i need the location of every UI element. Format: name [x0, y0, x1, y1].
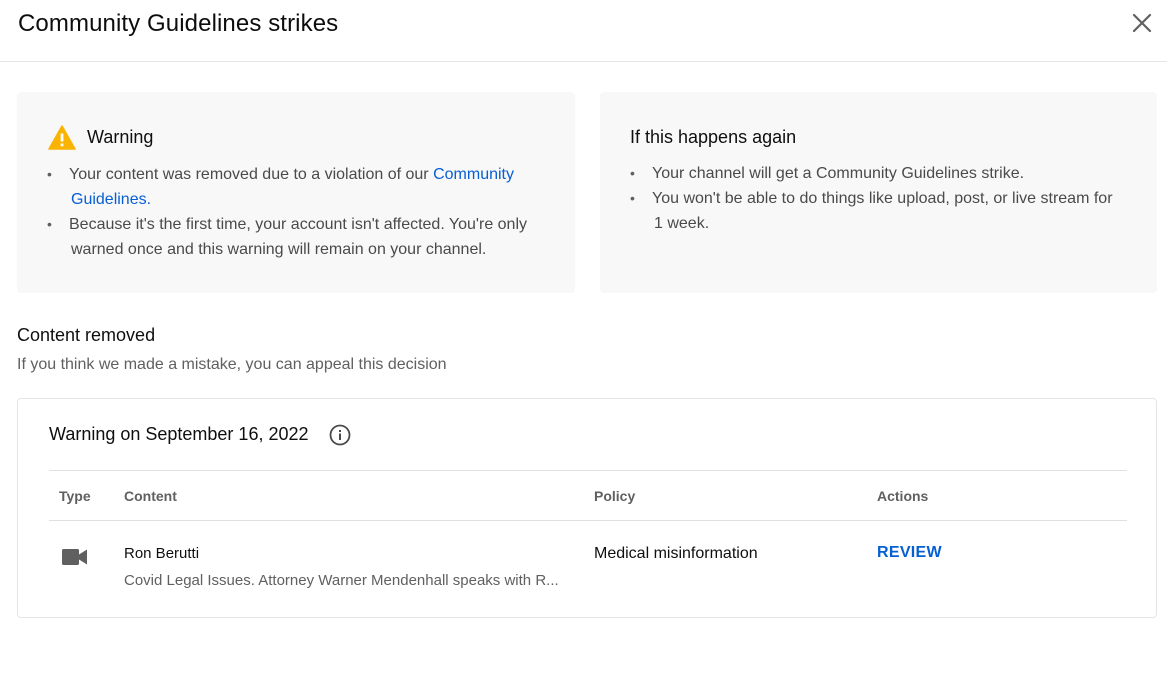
dialog-title: Community Guidelines strikes [18, 10, 339, 37]
strike-panel: Warning on September 16, 2022 Type Conte… [17, 398, 1157, 618]
content-removed-title: Content removed [17, 325, 156, 345]
again-bullet-2-line-1: You won't be able to do things like uplo… [652, 190, 1113, 207]
strike-table-header: Type Content Policy Actions [49, 470, 1127, 521]
again-bullet-1: Your channel will get a Community Guidel… [630, 161, 1140, 186]
table-row: Ron Berutti Covid Legal Issues. Attorney… [49, 521, 1127, 597]
review-button[interactable]: REVIEW [877, 544, 942, 562]
strike-table: Type Content Policy Actions Ron Berutti … [49, 470, 1127, 597]
close-icon [1132, 13, 1152, 33]
if-happens-again-title: If this happens again [630, 127, 797, 147]
info-icon[interactable] [329, 424, 351, 446]
warning-bullets: Your content was removed due to a violat… [47, 162, 557, 262]
warning-bullet-2-line-2: warned once and this warning will remain… [71, 241, 487, 258]
content-description: Covid Legal Issues. Attorney Warner Mend… [124, 572, 559, 589]
warning-bullet-2: Because it's the first time, your accoun… [47, 212, 557, 262]
warning-bullet-1-text: Your content was removed due to a violat… [69, 166, 434, 183]
column-header-type: Type [59, 488, 91, 504]
content-title: Ron Berutti [124, 545, 200, 562]
community-guidelines-link[interactable]: Community [433, 166, 514, 183]
community-guidelines-link-continued[interactable]: Guidelines [71, 191, 147, 208]
column-header-actions: Actions [877, 488, 929, 504]
warning-card: Warning Your content was removed due to … [17, 92, 575, 293]
video-camera-icon [62, 549, 87, 565]
warning-bullet-1-end: . [146, 191, 152, 208]
if-happens-again-bullets: Your channel will get a Community Guidel… [630, 161, 1140, 236]
policy-label: Medical misinformation [594, 545, 758, 562]
content-removed-subtitle: If you think we made a mistake, you can … [17, 356, 447, 373]
again-bullet-2-line-2: 1 week. [654, 215, 710, 232]
column-header-policy: Policy [594, 488, 636, 504]
if-happens-again-card: If this happens again Your channel will … [600, 92, 1157, 293]
warning-bullet-2-line-1: Because it's the first time, your accoun… [69, 216, 528, 233]
again-bullet-2: You won't be able to do things like uplo… [630, 186, 1140, 236]
warning-card-title: Warning [87, 127, 154, 147]
warning-bullet-1: Your content was removed due to a violat… [47, 162, 557, 212]
dialog-header: Community Guidelines strikes [0, 0, 1167, 62]
warning-icon [48, 125, 76, 150]
close-button[interactable] [1126, 7, 1158, 39]
strike-title: Warning on September 16, 2022 [49, 424, 309, 444]
column-header-content: Content [124, 488, 177, 504]
